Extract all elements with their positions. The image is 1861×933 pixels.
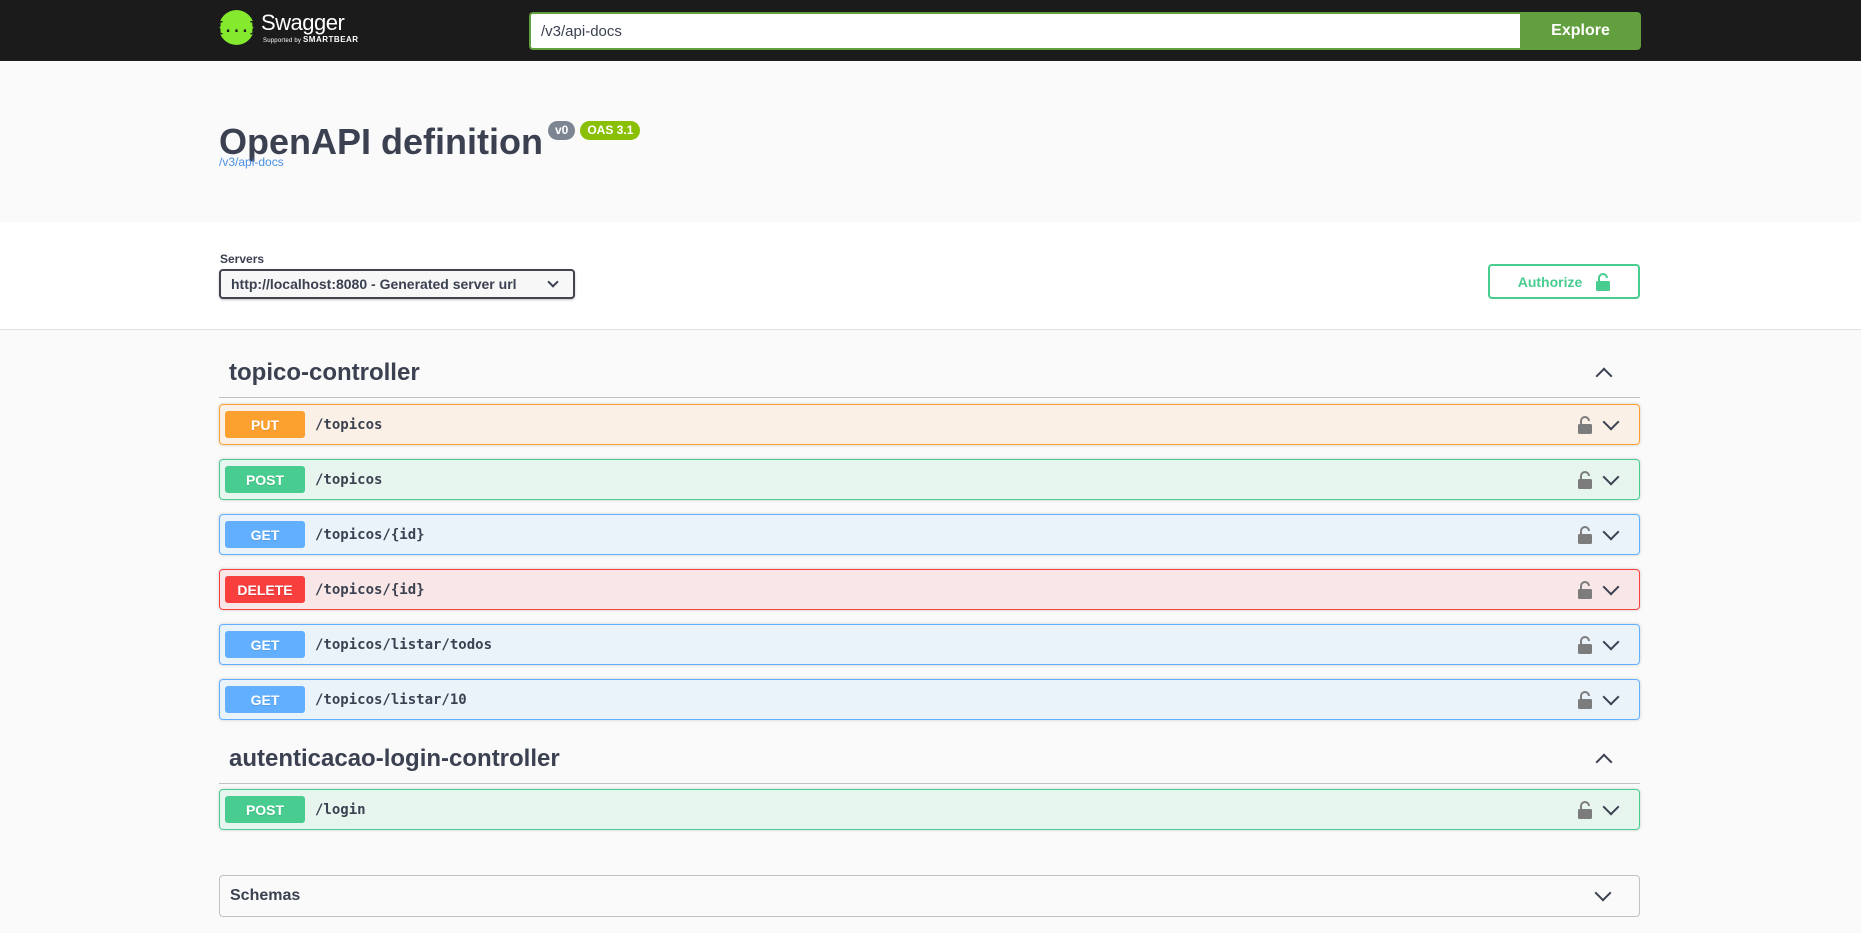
chevron-down-icon[interactable] <box>1602 688 1620 705</box>
logo-text: Swagger Supported by SMARTBEAR <box>261 9 359 45</box>
chevron-down-icon[interactable] <box>1602 798 1620 815</box>
operation-path: /topicos/{id} <box>315 581 425 598</box>
operation-put-topicos[interactable]: PUT /topicos <box>219 404 1640 445</box>
servers-select[interactable]: http://localhost:8080 - Generated server… <box>219 269 575 299</box>
method-badge: POST <box>225 796 305 823</box>
chevron-down-icon[interactable] <box>1602 578 1620 595</box>
method-badge: DELETE <box>225 576 305 603</box>
authorize-label: Authorize <box>1517 273 1583 290</box>
chevron-down-icon <box>547 276 559 288</box>
chevron-up-icon[interactable] <box>1595 753 1613 770</box>
unlocked-padlock-icon[interactable] <box>1577 415 1593 434</box>
chevron-down-icon[interactable] <box>1602 523 1620 540</box>
method-badge: GET <box>225 631 305 658</box>
operation-get-topicos-listar-10[interactable]: GET /topicos/listar/10 <box>219 679 1640 720</box>
logo-brand: SMARTBEAR <box>302 34 359 44</box>
logo-name: Swagger <box>261 9 345 35</box>
unlocked-padlock-icon[interactable] <box>1577 470 1593 489</box>
method-badge: PUT <box>225 411 305 438</box>
logo-subtitle: Supported by SMARTBEAR <box>263 34 359 45</box>
swagger-logo-icon: {...} <box>215 10 258 45</box>
unlocked-padlock-icon[interactable] <box>1577 800 1593 819</box>
chevron-down-icon[interactable] <box>1602 468 1620 485</box>
operation-get-topicos-listar-todos[interactable]: GET /topicos/listar/todos <box>219 624 1640 665</box>
api-docs-link[interactable]: /v3/api-docs <box>219 155 284 169</box>
chevron-down-icon[interactable] <box>1594 884 1612 902</box>
tag-header-topico-controller[interactable]: topico-controller <box>219 348 1640 398</box>
schemas-section[interactable]: Schemas <box>219 875 1640 917</box>
servers-label: Servers <box>220 252 265 266</box>
tag-header-autenticacao-login-controller[interactable]: autenticacao-login-controller <box>219 734 1640 784</box>
method-badge: GET <box>225 521 305 548</box>
operation-get-topicos-id[interactable]: GET /topicos/{id} <box>219 514 1640 555</box>
unlocked-padlock-icon <box>1596 272 1611 291</box>
info-section: OpenAPI definition v0 OAS 3.1 <box>0 61 1861 222</box>
operation-path: /topicos <box>315 471 383 488</box>
chevron-down-icon[interactable] <box>1602 413 1620 430</box>
method-badge: POST <box>225 466 305 493</box>
explore-form: Explore <box>529 12 1641 50</box>
operation-path: /topicos/{id} <box>315 526 425 543</box>
authorize-button[interactable]: Authorize <box>1488 264 1640 299</box>
explore-button[interactable]: Explore <box>1520 12 1641 50</box>
method-badge: GET <box>225 686 305 713</box>
schemas-title: Schemas <box>230 887 301 904</box>
logo-supported: Supported by <box>263 37 302 44</box>
version-badge: v0 <box>547 121 576 140</box>
oas-version-badge: OAS 3.1 <box>580 121 641 140</box>
unlocked-padlock-icon[interactable] <box>1577 635 1593 654</box>
chevron-up-icon[interactable] <box>1595 367 1613 384</box>
operation-path: /login <box>315 801 366 818</box>
tag-name: autenticacao-login-controller <box>229 744 560 772</box>
api-url-input[interactable] <box>529 12 1520 50</box>
chevron-down-icon[interactable] <box>1602 633 1620 650</box>
operation-path: /topicos <box>315 416 383 433</box>
unlocked-padlock-icon[interactable] <box>1577 525 1593 544</box>
operation-path: /topicos/listar/todos <box>315 636 493 653</box>
unlocked-padlock-icon[interactable] <box>1577 580 1593 599</box>
operation-post-topicos[interactable]: POST /topicos <box>219 459 1640 500</box>
operation-path: /topicos/listar/10 <box>315 691 467 708</box>
operation-delete-topicos-id[interactable]: DELETE /topicos/{id} <box>219 569 1640 610</box>
unlocked-padlock-icon[interactable] <box>1577 690 1593 709</box>
swagger-logo[interactable]: {...} Swagger Supported by SMARTBEAR <box>215 9 359 45</box>
servers-select-value: http://localhost:8080 - Generated server… <box>231 276 517 292</box>
topbar: {...} Swagger Supported by SMARTBEAR Exp… <box>0 0 1861 61</box>
operation-post-login[interactable]: POST /login <box>219 789 1640 830</box>
tag-name: topico-controller <box>229 358 420 386</box>
